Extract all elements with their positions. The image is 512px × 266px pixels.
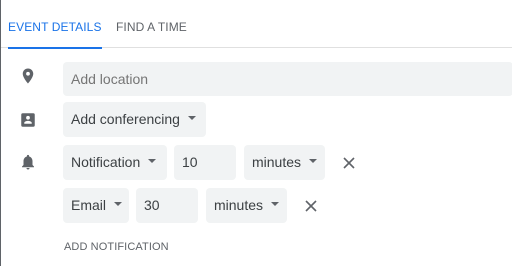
- bell-icon: [19, 153, 37, 171]
- close-icon: [305, 200, 317, 212]
- tab-event-details-label: EVENT DETAILS: [8, 20, 102, 34]
- remove-notification-button[interactable]: [341, 155, 357, 171]
- event-details-panel: EVENT DETAILS FIND A TIME Add conferenci…: [0, 0, 512, 266]
- chevron-down-icon: [271, 202, 280, 207]
- chevron-down-icon: [114, 202, 123, 207]
- remove-email-button[interactable]: [303, 198, 319, 214]
- notification-time-value: 10: [182, 154, 198, 170]
- conferencing-icon: [19, 111, 37, 129]
- close-icon: [343, 157, 355, 169]
- tab-event-details[interactable]: EVENT DETAILS: [8, 0, 102, 49]
- location-pin-icon: [19, 67, 37, 85]
- chevron-down-icon: [187, 116, 196, 121]
- add-notification-button[interactable]: ADD NOTIFICATION: [64, 241, 169, 253]
- location-field[interactable]: [63, 62, 512, 96]
- email-type-label: Email: [71, 197, 107, 213]
- tab-find-a-time-label: FIND A TIME: [116, 20, 187, 34]
- notification-type-label: Notification: [71, 154, 141, 170]
- email-unit-label: minutes: [214, 197, 264, 213]
- notification-type-dropdown[interactable]: Notification: [63, 145, 167, 180]
- notification-time-input[interactable]: 10: [174, 145, 236, 180]
- tab-bar: EVENT DETAILS FIND A TIME: [1, 0, 512, 49]
- location-input[interactable]: [71, 71, 512, 87]
- email-time-value: 30: [144, 197, 160, 213]
- email-type-dropdown[interactable]: Email: [63, 188, 129, 223]
- chevron-down-icon: [309, 159, 318, 164]
- chevron-down-icon: [148, 159, 157, 164]
- email-time-input[interactable]: 30: [136, 188, 198, 223]
- email-unit-dropdown[interactable]: minutes: [206, 188, 287, 223]
- notification-unit-label: minutes: [252, 154, 302, 170]
- notification-unit-dropdown[interactable]: minutes: [244, 145, 325, 180]
- tab-find-a-time[interactable]: FIND A TIME: [116, 0, 187, 48]
- add-conferencing-dropdown[interactable]: Add conferencing: [63, 102, 206, 137]
- add-conferencing-label: Add conferencing: [71, 111, 180, 127]
- active-tab-indicator: [8, 47, 102, 49]
